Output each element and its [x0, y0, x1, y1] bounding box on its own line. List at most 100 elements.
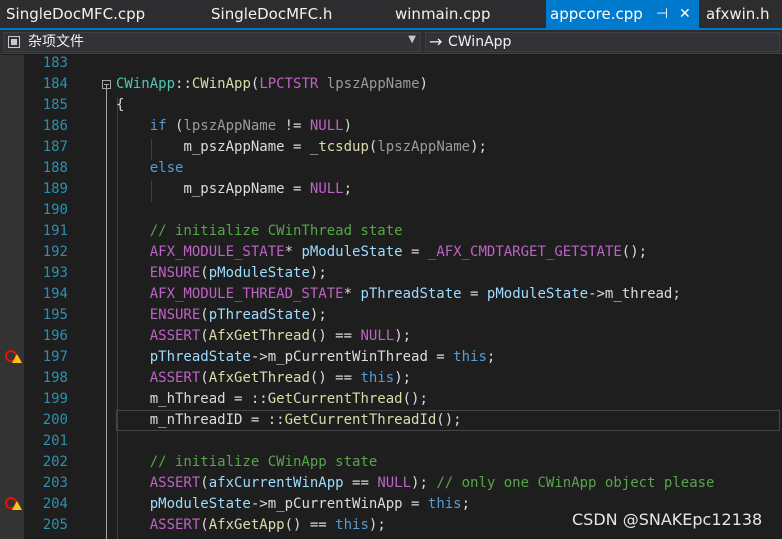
code-token: AfxGetThread — [208, 370, 310, 386]
line-number: 192 — [42, 244, 68, 260]
line-number: 187 — [42, 139, 68, 155]
line-number: 198 — [42, 370, 68, 386]
code-token: // initialize CWinApp state — [149, 454, 378, 470]
code-line[interactable]: 188 else — [0, 158, 782, 179]
code-token: ->m_pCurrentWinThread = — [250, 349, 454, 365]
code-token: pThreadState — [208, 307, 310, 323]
code-line[interactable]: 185 { — [0, 95, 782, 116]
code-line[interactable]: 195 ENSURE(pThreadState); — [0, 305, 782, 326]
arrow-right-icon: → — [429, 32, 443, 51]
code-text: AFX_MODULE_STATE* pModuleState = _AFX_CM… — [116, 242, 647, 263]
code-token: if — [149, 118, 167, 134]
code-text: // initialize CWinThread state — [116, 221, 403, 242]
project-dropdown[interactable]: 杂项文件 ▼ — [3, 32, 421, 52]
code-token: ) — [343, 118, 353, 134]
code-line[interactable]: 200 m_nThreadID = ::GetCurrentThreadId()… — [0, 410, 782, 431]
code-text: CWinApp::CWinApp(LPCTSTR lpszAppName) — [116, 74, 428, 95]
code-token: this — [453, 349, 487, 365]
line-number: 201 — [42, 433, 68, 449]
code-token: = — [402, 244, 428, 260]
tab-label: SingleDocMFC.h — [211, 5, 333, 23]
tab-label: afxwin.h — [706, 5, 770, 23]
line-number: 191 — [42, 223, 68, 239]
collapse-icon[interactable] — [102, 80, 111, 89]
code-token: ENSURE — [149, 307, 201, 323]
line-number: 204 — [42, 496, 68, 512]
code-line[interactable]: 201 — [0, 431, 782, 452]
code-token: ); — [368, 517, 386, 533]
breakpoint-warning-icon[interactable] — [5, 497, 22, 511]
code-token: m_pszAppName — [183, 181, 285, 197]
code-line[interactable]: 183 — [0, 53, 782, 74]
line-number: 205 — [42, 517, 68, 533]
code-token: ); — [309, 265, 327, 281]
code-token: NULL — [309, 181, 344, 197]
tab-afxwin-h[interactable]: afxwin.h — [706, 0, 770, 28]
breakpoint-warning-icon[interactable] — [5, 350, 22, 364]
code-token: // initialize CWinThread state — [149, 223, 403, 239]
code-token: ->m_pCurrentWinApp = — [250, 496, 428, 512]
code-text: else — [116, 158, 184, 179]
pin-icon[interactable]: ⊣ — [656, 0, 668, 28]
code-line[interactable]: 194 AFX_MODULE_THREAD_STATE* pThreadStat… — [0, 284, 782, 305]
code-token: ENSURE — [149, 265, 201, 281]
close-icon[interactable]: ✕ — [679, 0, 691, 28]
code-line[interactable]: 197 pThreadState->m_pCurrentWinThread = … — [0, 347, 782, 368]
code-token: ) — [419, 76, 428, 92]
line-number: 200 — [42, 412, 68, 428]
scope-dropdown[interactable]: → CWinApp — [425, 32, 780, 52]
code-token: ( — [200, 328, 209, 344]
code-token: ->m_thread; — [588, 286, 681, 302]
code-token: (); — [621, 244, 648, 260]
code-line[interactable]: 193 ENSURE(pModuleState); — [0, 263, 782, 284]
code-line[interactable]: 203 ASSERT(afxCurrentWinApp == NULL); //… — [0, 473, 782, 494]
code-token: this — [335, 517, 369, 533]
code-token: GetCurrentThreadId — [284, 412, 437, 428]
tab-appcore-cpp[interactable]: appcore.cpp ⊣ ✕ — [546, 0, 699, 28]
watermark: CSDN @SNAKEpc12138 — [572, 510, 763, 529]
code-text: m_pszAppName = _tcsdup(lpszAppName); — [116, 137, 486, 158]
code-token: ( — [200, 517, 209, 533]
code-line[interactable]: 202 // initialize CWinApp state — [0, 452, 782, 473]
project-file-icon — [8, 36, 20, 48]
code-line[interactable]: 196 ASSERT(AfxGetThread() == NULL); — [0, 326, 782, 347]
line-number: 196 — [42, 328, 68, 344]
code-token: pModuleState — [301, 244, 403, 260]
code-line[interactable]: 192 AFX_MODULE_STATE* pModuleState = _AF… — [0, 242, 782, 263]
code-line[interactable]: 186 if (lpszAppName != NULL) — [0, 116, 782, 137]
code-text: ASSERT(AfxGetApp() == this); — [116, 515, 386, 536]
code-token: AfxGetApp — [208, 517, 285, 533]
line-number: 186 — [42, 118, 68, 134]
code-token: ; — [343, 181, 353, 197]
code-text: // initialize CWinApp state — [116, 452, 378, 473]
code-token: ( — [200, 265, 209, 281]
code-line[interactable]: 198 ASSERT(AfxGetThread() == this); — [0, 368, 782, 389]
tab-singledocmfc-cpp[interactable]: SingleDocMFC.cpp — [6, 0, 145, 28]
code-editor[interactable]: 183184 CWinApp::CWinApp(LPCTSTR lpszAppNa… — [0, 55, 782, 539]
line-number: 195 — [42, 307, 68, 323]
code-token: AFX_MODULE_THREAD_STATE — [149, 286, 344, 302]
line-number: 183 — [42, 55, 68, 71]
tab-winmain-cpp[interactable]: winmain.cpp — [395, 0, 490, 28]
tab-singledocmfc-h[interactable]: SingleDocMFC.h — [211, 0, 332, 28]
code-token: AFX_MODULE_STATE — [149, 244, 285, 260]
code-line[interactable]: 187 m_pszAppName = _tcsdup(lpszAppName); — [0, 137, 782, 158]
code-line[interactable]: 184 CWinApp::CWinApp(LPCTSTR lpszAppName) — [0, 74, 782, 95]
code-line[interactable]: 190 — [0, 200, 782, 221]
code-token: pThreadState — [360, 286, 462, 302]
code-line[interactable]: 191 // initialize CWinThread state — [0, 221, 782, 242]
line-number: 199 — [42, 391, 68, 407]
code-text: ASSERT(afxCurrentWinApp == NULL); // onl… — [116, 473, 715, 494]
code-token: () == — [309, 328, 361, 344]
code-line[interactable]: 199 m_hThread = ::GetCurrentThread(); — [0, 389, 782, 410]
code-line[interactable]: 189 m_pszAppName = NULL; — [0, 179, 782, 200]
